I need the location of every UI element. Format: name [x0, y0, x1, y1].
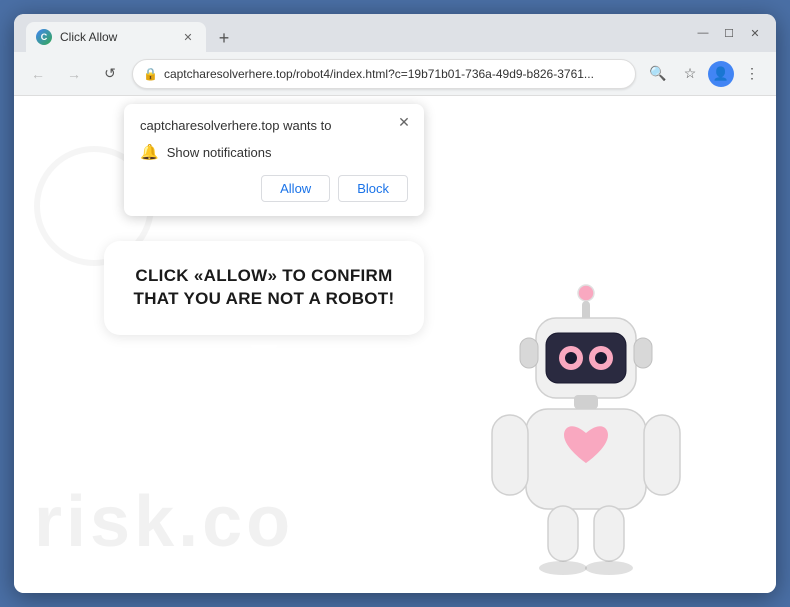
block-button[interactable]: Block — [338, 175, 408, 202]
maximize-button[interactable]: ☐ — [720, 27, 738, 40]
minimize-button[interactable]: — — [694, 27, 712, 39]
tab-favicon: C — [36, 29, 52, 45]
bubble-text: CLICK «ALLOW» TO CONFIRM THAT YOU ARE NO… — [124, 265, 404, 311]
forward-button[interactable]: → — [60, 60, 88, 88]
popup-title: captcharesolverhere.top wants to — [140, 118, 408, 133]
popup-buttons: Allow Block — [140, 175, 408, 202]
profile-icon[interactable]: 👤 — [708, 61, 734, 87]
browser-window: C Click Allow ✕ + — ☐ ✕ ← → ↺ 🔒 captchar… — [14, 14, 776, 593]
search-icon[interactable]: 🔍 — [644, 60, 672, 88]
bell-icon: 🔔 — [140, 143, 159, 161]
close-button[interactable]: ✕ — [746, 27, 764, 40]
popup-permission: 🔔 Show notifications — [140, 143, 408, 161]
robot-svg — [476, 263, 696, 583]
back-button[interactable]: ← — [24, 60, 52, 88]
url-text: captcharesolverhere.top/robot4/index.htm… — [164, 67, 625, 81]
permission-label: Show notifications — [167, 145, 272, 160]
active-tab[interactable]: C Click Allow ✕ — [26, 22, 206, 52]
reload-button[interactable]: ↺ — [96, 60, 124, 88]
page-content: risk.co ✕ captcharesolverhere.top wants … — [14, 96, 776, 593]
tab-title: Click Allow — [60, 30, 172, 44]
menu-icon[interactable]: ⋮ — [738, 60, 766, 88]
window-controls: — ☐ ✕ — [694, 27, 764, 40]
speech-bubble: CLICK «ALLOW» TO CONFIRM THAT YOU ARE NO… — [104, 241, 424, 335]
bookmark-icon[interactable]: ☆ — [676, 60, 704, 88]
tab-area: C Click Allow ✕ + — [26, 14, 686, 52]
notification-popup: ✕ captcharesolverhere.top wants to 🔔 Sho… — [124, 104, 424, 216]
lock-icon: 🔒 — [143, 67, 158, 81]
allow-button[interactable]: Allow — [261, 175, 330, 202]
address-bar[interactable]: 🔒 captcharesolverhere.top/robot4/index.h… — [132, 59, 636, 89]
popup-close-button[interactable]: ✕ — [394, 112, 414, 132]
title-bar: C Click Allow ✕ + — ☐ ✕ — [14, 14, 776, 52]
toolbar: ← → ↺ 🔒 captcharesolverhere.top/robot4/i… — [14, 52, 776, 96]
watermark-text: risk.co — [34, 481, 294, 563]
new-tab-button[interactable]: + — [210, 24, 238, 52]
toolbar-actions: 🔍 ☆ 👤 ⋮ — [644, 60, 766, 88]
tab-close-button[interactable]: ✕ — [180, 29, 196, 45]
robot-illustration — [476, 263, 696, 573]
